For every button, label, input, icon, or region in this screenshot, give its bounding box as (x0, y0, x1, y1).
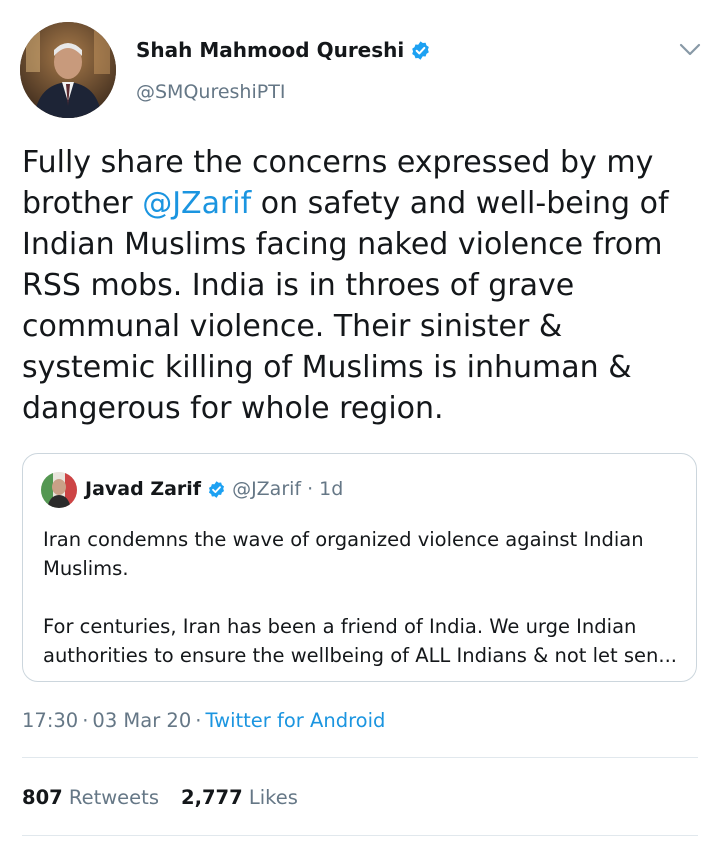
likes-label: Likes (248, 786, 298, 809)
quoted-avatar-image (41, 472, 77, 508)
author-avatar[interactable] (20, 22, 116, 118)
likes-stat[interactable]: 2,777 Likes (181, 786, 298, 809)
quoted-tweet-card[interactable]: Javad Zarif @JZarif · 1d Iran condemns t… (22, 453, 697, 682)
quoted-tweet-text: Iran condemns the wave of organized viol… (43, 525, 683, 670)
quoted-separator: · (307, 478, 314, 500)
tweet-stats: 807 Retweets 2,777 Likes (22, 786, 298, 809)
author-name[interactable]: Shah Mahmood Qureshi (136, 38, 431, 62)
author-name-text: Shah Mahmood Qureshi (136, 38, 405, 62)
verified-badge-icon (209, 480, 225, 498)
chevron-down-icon[interactable] (676, 38, 704, 62)
meta-separator: · (82, 709, 89, 732)
quoted-author-avatar (41, 472, 77, 508)
divider (22, 757, 698, 758)
likes-count: 2,777 (181, 786, 243, 809)
author-avatar-image (20, 22, 116, 118)
tweet-time: 17:30 (22, 709, 79, 732)
tweet-text: Fully share the concerns expressed by my… (22, 142, 702, 429)
tweet-source-link[interactable]: Twitter for Android (205, 709, 385, 732)
quoted-paragraph-2: For centuries, Iran has been a friend of… (43, 615, 677, 667)
meta-separator: · (195, 709, 202, 732)
quoted-author-handle: @JZarif (232, 478, 302, 500)
quoted-author-name[interactable]: Javad Zarif (85, 478, 201, 500)
divider (22, 835, 698, 836)
quoted-tweet-header: Javad Zarif @JZarif · 1d (85, 478, 343, 500)
retweets-label: Retweets (68, 786, 159, 809)
tweet-text-part2: on safety and well-being of Indian Musli… (22, 186, 669, 426)
tweet-date: 03 Mar 20 (92, 709, 192, 732)
tweet-meta: 17:30 · 03 Mar 20 · Twitter for Android (22, 709, 385, 732)
author-handle[interactable]: @SMQureshiPTI (136, 81, 285, 103)
verified-badge-icon (412, 40, 430, 60)
retweets-count: 807 (22, 786, 63, 809)
retweets-stat[interactable]: 807 Retweets (22, 786, 159, 809)
quoted-timestamp: 1d (319, 478, 344, 500)
mention-link[interactable]: @JZarif (142, 186, 251, 221)
quoted-paragraph-1: Iran condemns the wave of organized viol… (43, 528, 644, 580)
